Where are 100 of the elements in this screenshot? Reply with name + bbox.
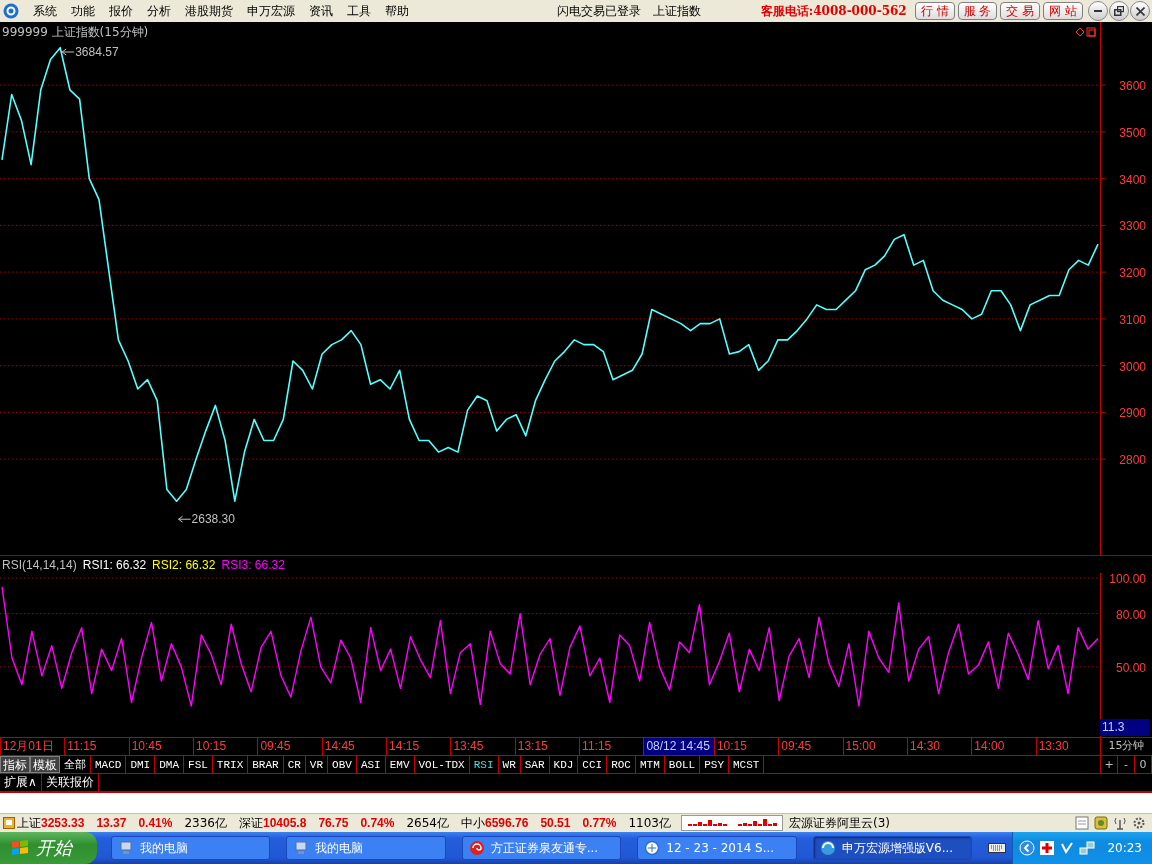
swirl-icon xyxy=(468,840,485,856)
time-label: 14:30 xyxy=(906,738,972,755)
period-label[interactable]: 15分钟 xyxy=(1101,738,1152,755)
windows-logo-icon xyxy=(10,839,30,857)
axis-label: 3600 xyxy=(1119,79,1146,94)
start-button[interactable]: 开始 xyxy=(0,832,97,864)
quote-value: 13.37 xyxy=(96,816,127,830)
computer-icon xyxy=(293,840,310,856)
keyboard-icon[interactable] xyxy=(988,842,1007,854)
time-label: 14:15 xyxy=(386,738,451,755)
quote-value: 0.41% xyxy=(138,816,173,830)
axis-label: 3100 xyxy=(1119,312,1146,327)
menu-item[interactable]: 分析 xyxy=(147,2,171,20)
taskbar-button[interactable]: 方正证券泉友通专... xyxy=(461,836,622,860)
time-label: 14:45 xyxy=(321,738,387,755)
time-label: 09:45 xyxy=(778,738,843,755)
taskbar-button[interactable]: 12 - 23 - 2014 S... xyxy=(637,836,797,860)
time-label: 13:15 xyxy=(514,738,580,755)
turnover-value: 2654亿 xyxy=(406,814,449,832)
quote-value: 0.77% xyxy=(582,816,617,830)
quote-value: 50.51 xyxy=(540,816,571,830)
turnover-value: 1103亿 xyxy=(628,814,671,832)
hotline-text: 客服电话:4008-000-562 xyxy=(760,2,907,20)
taskbar-label: 申万宏源增强版V6... xyxy=(841,839,954,857)
taskbar-button[interactable]: 申万宏源增强版V6... xyxy=(812,836,973,860)
computer-icon xyxy=(117,840,134,856)
cursor-value-label: 11.3 xyxy=(1100,719,1150,736)
taskbar-label: 我的电脑 xyxy=(139,839,188,857)
app-icon xyxy=(819,840,836,856)
quick-button[interactable]: 服 务 xyxy=(957,2,998,20)
close-icon xyxy=(1135,6,1145,16)
axis-label: 80.00 xyxy=(1115,607,1146,622)
panel-button[interactable]: 指标 xyxy=(0,756,30,773)
restore-icon xyxy=(1114,6,1124,16)
close-button[interactable] xyxy=(1130,1,1150,21)
index-name: 中小 xyxy=(461,814,485,832)
time-label: 08/12 14:45 xyxy=(643,738,714,755)
price-annotation: 2638.30 xyxy=(178,512,235,527)
antenna-icon[interactable] xyxy=(1113,816,1127,830)
minimize-button[interactable] xyxy=(1088,1,1108,21)
time-label: 15:00 xyxy=(842,738,907,755)
turnover-value: 2336亿 xyxy=(184,814,227,832)
restore-button[interactable] xyxy=(1109,1,1129,21)
panel-button[interactable]: 模板 xyxy=(30,756,60,773)
taskbar-label: 方正证券泉友通专... xyxy=(490,839,599,857)
time-label: 09:45 xyxy=(257,738,322,755)
first-aid-icon[interactable] xyxy=(1039,840,1056,856)
quote-value: 10405.8 xyxy=(263,816,307,830)
axis-label: 2800 xyxy=(1119,453,1146,468)
lock-icon[interactable] xyxy=(1094,816,1108,830)
indicator-legend: RSI3: 66.32 xyxy=(221,557,285,572)
taskbar-button[interactable]: 我的电脑 xyxy=(110,836,271,860)
status-text: 上证指数 xyxy=(652,2,701,20)
start-label: 开始 xyxy=(36,836,72,860)
axis-label: 2900 xyxy=(1119,406,1146,421)
hook-icon[interactable] xyxy=(1059,840,1076,856)
taskbar-label: 12 - 23 - 2014 S... xyxy=(666,841,775,855)
quick-button[interactable]: 交 易 xyxy=(1000,2,1041,20)
time-label: 10:15 xyxy=(193,738,258,755)
time-label: 14:00 xyxy=(971,738,1036,755)
status-text: 闪电交易已登录 xyxy=(556,2,641,20)
quote-value: 76.75 xyxy=(318,816,349,830)
menu-item[interactable]: 报价 xyxy=(109,2,133,20)
globe-icon xyxy=(644,840,661,856)
chevron-icon[interactable] xyxy=(1019,840,1036,856)
taskbar-button[interactable]: 我的电脑 xyxy=(286,836,446,860)
index-name: 深证 xyxy=(239,814,263,832)
quick-button[interactable]: 行 情 xyxy=(914,2,955,20)
time-label: 10:15 xyxy=(713,738,779,755)
index-name: 上证 xyxy=(17,814,41,832)
server-name: 宏源证券阿里云(3) xyxy=(789,814,890,832)
time-label: 11:15 xyxy=(64,738,129,755)
gear-icon[interactable] xyxy=(1132,816,1146,830)
app-logo-icon xyxy=(3,3,19,19)
quote-value: 0.74% xyxy=(360,816,395,830)
menu-item[interactable]: 系统 xyxy=(33,2,57,20)
time-label: 12月01日 xyxy=(0,738,65,755)
chart-title: 999999 上证指数(15分钟) xyxy=(2,25,149,39)
window-icon xyxy=(3,817,15,829)
axis-label: 3200 xyxy=(1119,266,1146,281)
menu-item[interactable]: 功能 xyxy=(71,2,95,20)
chart-toggle-icon xyxy=(1075,27,1097,37)
taskbar-label: 我的电脑 xyxy=(315,839,364,857)
menu-item[interactable]: 工具 xyxy=(347,2,371,20)
axis-label: 3500 xyxy=(1119,125,1146,140)
axis-label: 3400 xyxy=(1119,172,1146,187)
indicator-legend: RSI1: 66.32 xyxy=(82,557,147,572)
quote-value: 3253.33 xyxy=(41,816,85,830)
quick-button[interactable]: 网 站 xyxy=(1043,2,1083,20)
clock-text: 20:23 xyxy=(1107,841,1142,855)
quote-value: 6596.76 xyxy=(485,816,529,830)
indicator-legend: RSI(14,14,14) xyxy=(2,557,77,572)
menu-item[interactable]: 申万宏源 xyxy=(247,2,295,20)
minimize-icon xyxy=(1094,10,1102,12)
menu-item[interactable]: 资讯 xyxy=(309,2,333,20)
time-label: 10:45 xyxy=(128,738,194,755)
menu-item[interactable]: 港股期货 xyxy=(185,2,233,20)
menu-item[interactable]: 帮助 xyxy=(385,2,409,20)
axis-label: 3000 xyxy=(1119,359,1146,374)
network-icon[interactable] xyxy=(1079,840,1096,856)
